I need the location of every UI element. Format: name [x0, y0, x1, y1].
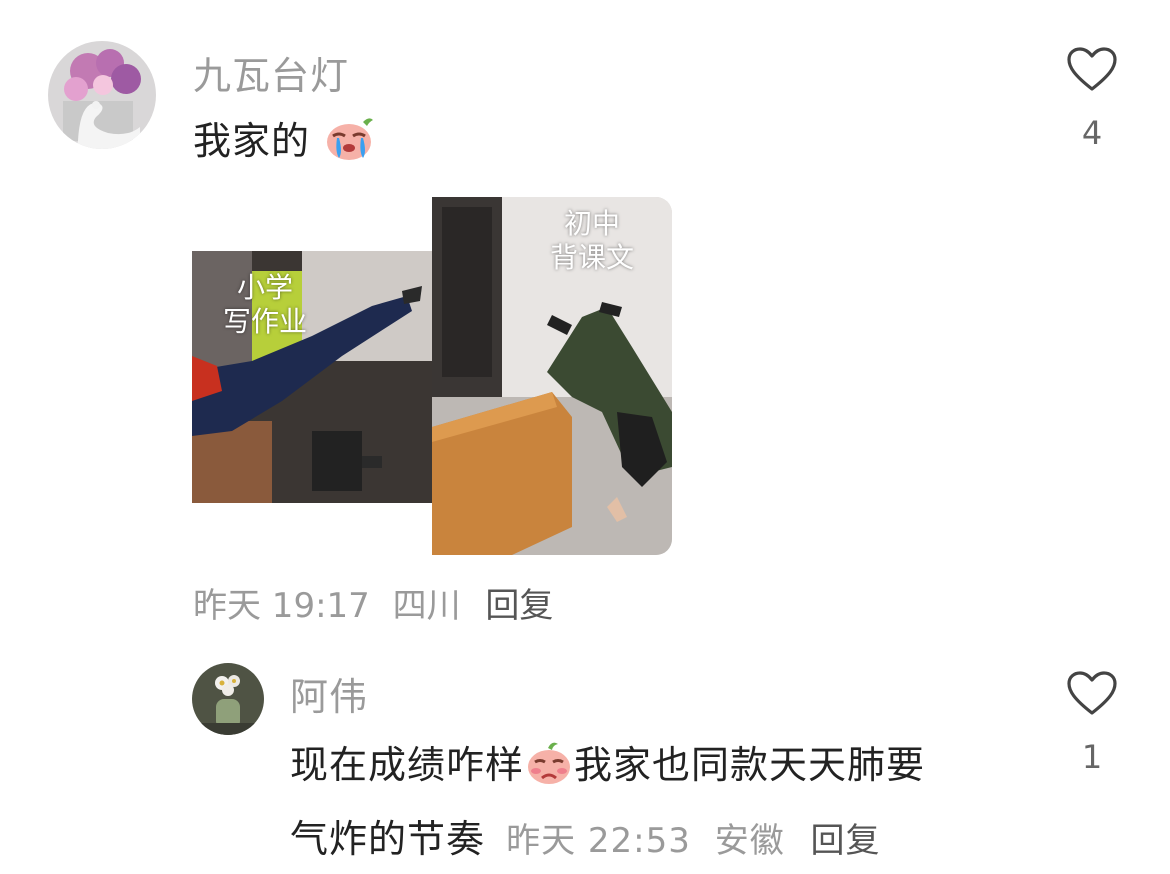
comment-text-body: 我家的	[193, 119, 311, 163]
username[interactable]: 九瓦台灯	[193, 45, 349, 100]
avatar[interactable]	[192, 663, 264, 735]
reply-button[interactable]: 回复	[811, 821, 881, 861]
image-caption-line: 初中	[563, 207, 620, 240]
comment-text: 我家的	[193, 110, 375, 171]
comment-time: 昨天 22:53	[506, 821, 691, 861]
comment-image-1[interactable]: 小学 写作业	[192, 251, 432, 503]
comment-meta: 昨天 19:17 四川 回复	[193, 578, 553, 627]
reply-button[interactable]: 回复	[485, 586, 553, 626]
comment-text-body: 现在成绩咋样	[290, 743, 525, 787]
image-caption-line: 小学	[236, 271, 293, 304]
comment-meta: 昨天 22:53 安徽 回复	[506, 821, 880, 861]
emoji-shy-icon	[524, 740, 574, 806]
like-count: 4	[1081, 114, 1103, 152]
like-count: 1	[1081, 738, 1103, 776]
comment-image-2[interactable]: 初中 背课文	[432, 197, 672, 555]
heart-outline-icon[interactable]	[1066, 670, 1118, 716]
like-button[interactable]	[1062, 670, 1122, 720]
image-caption-line: 背课文	[549, 241, 634, 274]
emoji-crying-icon	[323, 114, 375, 171]
avatar[interactable]	[48, 41, 156, 149]
comment-location: 四川	[392, 586, 461, 626]
comment-text-line: 气炸的节奏 昨天 22:53 安徽 回复	[290, 806, 1030, 874]
comment-text-body: 气炸的节奏	[290, 817, 486, 861]
image-caption-line: 写作业	[222, 305, 307, 338]
comment-time: 昨天 19:17	[193, 586, 370, 626]
heart-outline-icon[interactable]	[1066, 46, 1118, 92]
username[interactable]: 阿伟	[290, 666, 368, 721]
comment-text-body: 我家也同款天天肺要	[574, 743, 926, 787]
comment-text-line: 现在成绩咋样 我家也同款天天肺要	[290, 732, 1030, 806]
like-button[interactable]	[1062, 46, 1122, 96]
comment-location: 安徽	[714, 821, 785, 861]
comment-text: 现在成绩咋样 我家也同款天天肺要 气炸的节奏 昨天 22:53 安徽 回复	[290, 732, 1030, 874]
